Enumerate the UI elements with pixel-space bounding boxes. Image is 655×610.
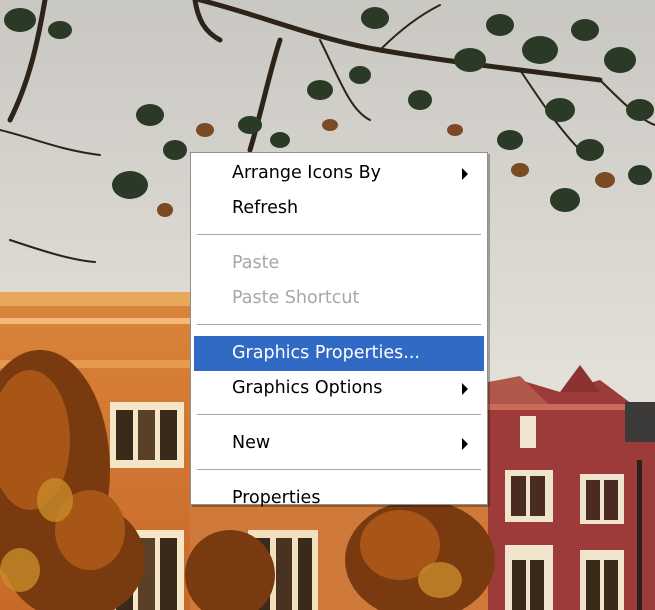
menu-item-refresh[interactable]: Refresh: [194, 191, 484, 226]
menu-item-label: Paste: [232, 253, 280, 273]
menu-separator: [197, 414, 481, 418]
submenu-arrow-icon: [462, 382, 468, 395]
submenu-arrow-icon: [462, 167, 468, 180]
menu-item-label: Refresh: [232, 198, 299, 218]
desktop-context-menu: Arrange Icons By Refresh Paste Paste Sho…: [190, 152, 488, 508]
menu-item-graphics-options[interactable]: Graphics Options: [194, 371, 484, 406]
menu-item-label: Properties: [232, 488, 321, 508]
menu-item-label: Paste Shortcut: [232, 288, 360, 308]
menu-separator: [197, 469, 481, 473]
menu-item-arrange-icons-by[interactable]: Arrange Icons By: [194, 156, 484, 191]
menu-item-paste[interactable]: Paste: [194, 246, 484, 281]
menu-item-properties[interactable]: Properties: [194, 481, 484, 516]
menu-separator: [197, 324, 481, 328]
menu-item-label: New: [232, 433, 271, 453]
menu-item-label: Graphics Options: [232, 378, 383, 398]
menu-item-new[interactable]: New: [194, 426, 484, 461]
menu-item-graphics-properties[interactable]: Graphics Properties...: [194, 336, 484, 371]
submenu-arrow-icon: [462, 437, 468, 450]
menu-item-label: Arrange Icons By: [232, 163, 381, 183]
menu-item-paste-shortcut[interactable]: Paste Shortcut: [194, 281, 484, 316]
menu-separator: [197, 234, 481, 238]
menu-item-label: Graphics Properties...: [232, 343, 420, 363]
